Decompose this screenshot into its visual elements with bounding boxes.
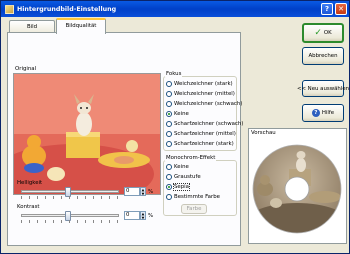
window-title: Hintergrundbild-Einstellung (17, 5, 117, 13)
radio-dot-selected (166, 111, 172, 117)
radio-label: Scharfzeichner (schwach) (174, 121, 244, 127)
help-button[interactable]: ? Hilfe (302, 104, 344, 122)
radio-label: Weichzeichner (stark) (174, 81, 233, 87)
radio-dot (166, 101, 172, 107)
kontrast-spinner[interactable]: ▲ ▼ (140, 211, 146, 220)
helligkeit-input[interactable]: 0 (124, 187, 140, 196)
radio-dot (166, 194, 172, 200)
radio-label: Graustufe (174, 174, 201, 180)
help-title-button[interactable]: ? (321, 3, 333, 15)
tab-bildqualitaet-label: Bildqualität (65, 23, 97, 29)
kontrast-label: Kontrast (17, 204, 40, 210)
farbe-button[interactable]: Farbe (181, 204, 207, 214)
dialog-window: Hintergrundbild-Einstellung ? ✕ Bild Bil… (0, 0, 350, 254)
kontrast-unit: % (148, 213, 154, 219)
preview-panel: Vorschau (248, 128, 347, 244)
ok-button-label: OK (323, 30, 332, 36)
ok-button[interactable]: ✓ OK (302, 23, 344, 43)
helligkeit-label: Helligkeit (17, 180, 43, 186)
radio-bestimmte-farbe[interactable]: Bestimmte Farbe (166, 194, 220, 200)
tab-bildqualitaet[interactable]: Bildqualität (56, 18, 106, 34)
radio-label: Weichzeichner (mittel) (174, 91, 235, 97)
radio-sepia[interactable]: Sepia (166, 183, 190, 191)
tab-bild-label: Bild (26, 24, 38, 30)
reselect-button-label: << Neu auswählen (296, 85, 350, 92)
kontrast-ticks (21, 220, 119, 223)
radio-scharf-mittel[interactable]: Scharfzeichner (mittel) (166, 131, 236, 137)
cancel-button[interactable]: Abbrechen (302, 47, 344, 65)
checkmark-icon: ✓ (314, 28, 322, 38)
radio-scharf-schwach[interactable]: Scharfzeichner (schwach) (166, 121, 243, 127)
radio-label: Scharfzeichner (mittel) (174, 131, 236, 137)
radio-dot (166, 174, 172, 180)
help-icon: ? (311, 109, 320, 117)
radio-label: Keine (174, 164, 189, 170)
radio-dot (166, 121, 172, 127)
help-button-label: Hilfe (321, 110, 335, 116)
radio-label: Scharfzeichner (stark) (174, 141, 234, 147)
title-bar[interactable]: Hintergrundbild-Einstellung ? ✕ (1, 1, 349, 17)
radio-label: Bestimmte Farbe (174, 194, 220, 200)
kontrast-value: 0 (126, 212, 130, 218)
original-frame (13, 73, 161, 195)
radio-weich-schwach[interactable]: Weichzeichner (schwach) (166, 101, 242, 107)
radio-weich-mittel[interactable]: Weichzeichner (mittel) (166, 91, 235, 97)
original-label: Original (15, 66, 37, 72)
tab-panel: Original Fokus Weichzeichner (stark) Wei… (7, 32, 243, 246)
preview-disc-image (252, 144, 342, 234)
fokus-label: Fokus (165, 71, 183, 77)
reselect-button[interactable]: << Neu auswählen (297, 80, 349, 97)
radio-dot (166, 81, 172, 87)
radio-label: Weichzeichner (schwach) (174, 101, 243, 107)
radio-dot (166, 141, 172, 147)
radio-fokus-keine[interactable]: Keine (166, 111, 189, 117)
radio-mono-keine[interactable]: Keine (166, 164, 189, 170)
preview-label: Vorschau (251, 130, 276, 136)
radio-weich-stark[interactable]: Weichzeichner (stark) (166, 81, 233, 87)
radio-label: Keine (174, 111, 189, 117)
radio-scharf-stark[interactable]: Scharfzeichner (stark) (166, 141, 234, 147)
radio-dot (166, 131, 172, 137)
kontrast-input[interactable]: 0 (124, 211, 140, 220)
radio-label: Sepia (173, 183, 190, 191)
close-icon[interactable]: ✕ (335, 3, 347, 15)
radio-dot-selected (166, 184, 172, 190)
helligkeit-ticks (21, 196, 119, 199)
helligkeit-unit: % (148, 189, 154, 195)
farbe-button-label: Farbe (186, 206, 202, 212)
app-icon (5, 4, 14, 14)
radio-dot (166, 164, 172, 170)
helligkeit-spinner[interactable]: ▲ ▼ (140, 187, 146, 196)
cancel-button-label: Abbrechen (308, 53, 338, 59)
radio-graustufe[interactable]: Graustufe (166, 174, 201, 180)
monochrom-label: Monochrom-Effekt (165, 155, 217, 161)
helligkeit-value: 0 (126, 188, 130, 194)
radio-dot (166, 91, 172, 97)
original-photo (14, 74, 160, 194)
